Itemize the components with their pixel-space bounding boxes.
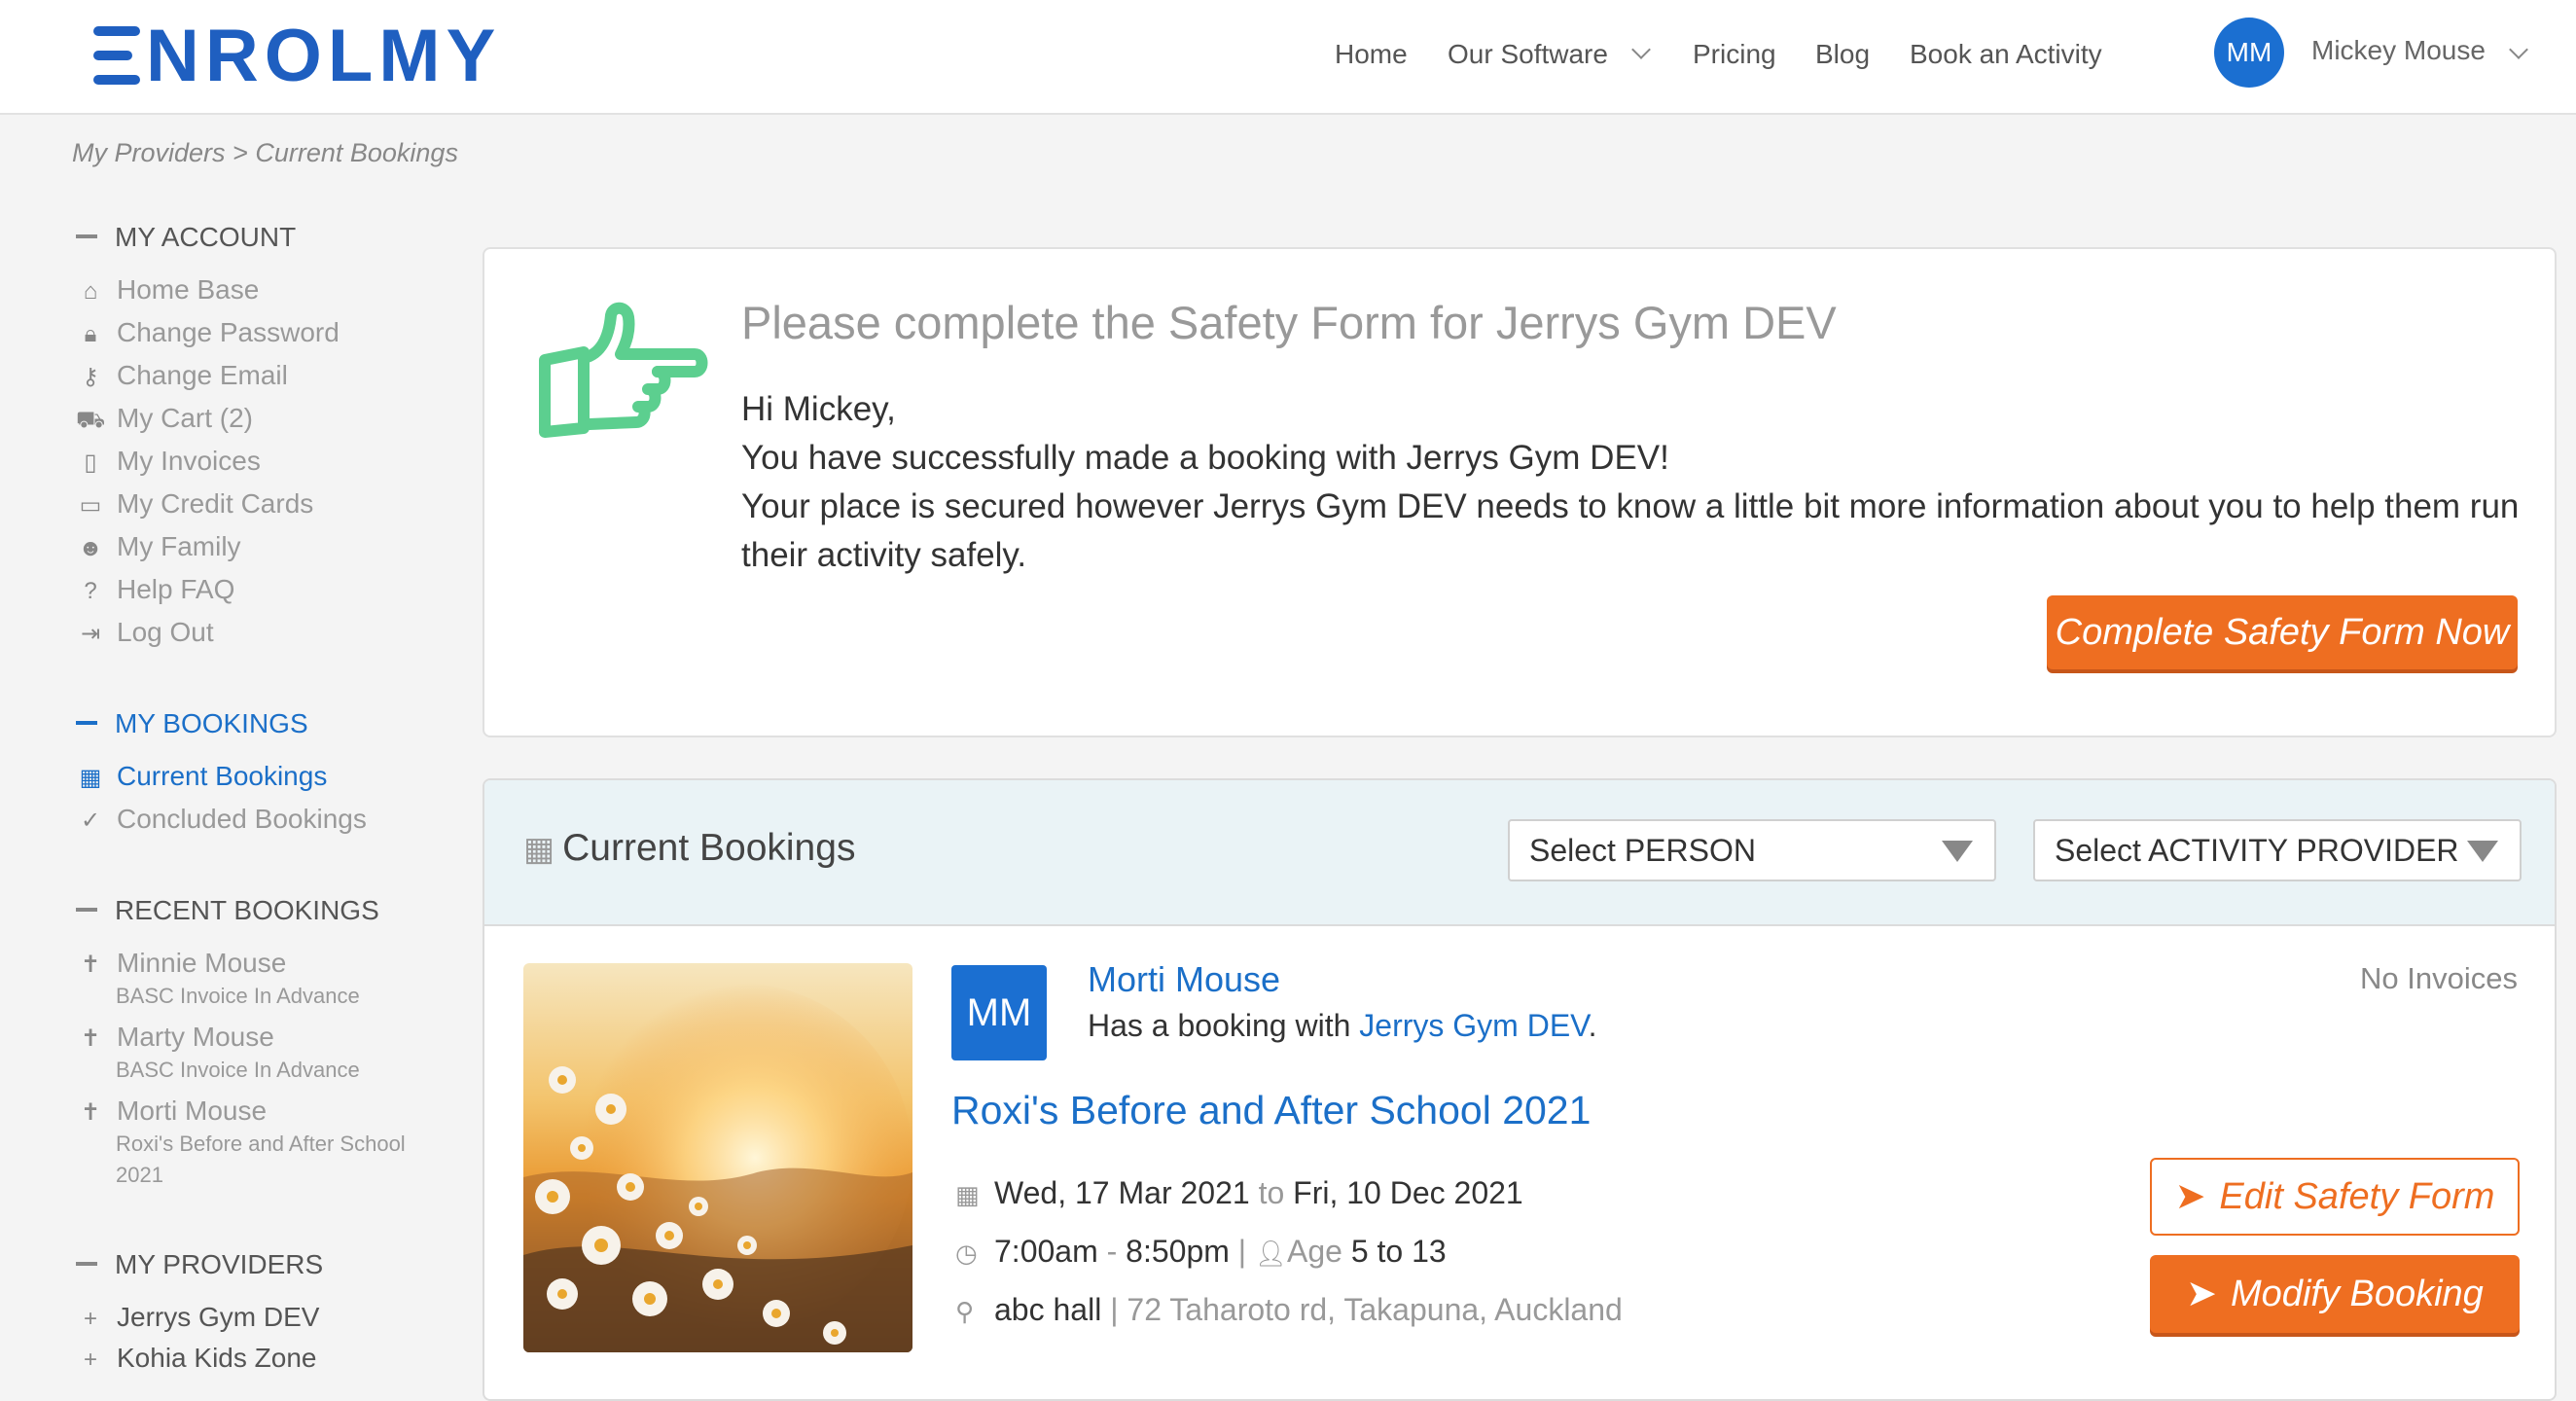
key-icon: ⚷: [82, 364, 99, 390]
sidebar-item-change-password[interactable]: 🔒︎ Change Password: [76, 317, 340, 348]
notice-message: Hi Mickey, You have successfully made a …: [741, 385, 2531, 580]
booking-provider-link[interactable]: Jerrys Gym DEV: [1359, 1008, 1588, 1043]
home-icon: ⌂: [83, 278, 98, 305]
select-person-dropdown[interactable]: Select PERSON: [1508, 819, 1996, 881]
sidebar-heading-my-account[interactable]: MY ACCOUNT: [76, 222, 296, 253]
sidebar-recent-sub: Roxi's Before and After School: [116, 1132, 406, 1156]
sidebar-heading-recent-bookings[interactable]: RECENT BOOKINGS: [76, 895, 379, 926]
logout-icon: ⇥: [80, 621, 101, 647]
sidebar-recent-marty[interactable]: ✝ Marty Mouse: [76, 1022, 274, 1053]
sidebar-item-current-bookings[interactable]: ▦ Current Bookings: [76, 761, 328, 792]
collapse-dash-icon: [76, 720, 97, 725]
sidebar-item-help-faq[interactable]: ? Help FAQ: [76, 574, 234, 605]
sidebar-heading-my-bookings[interactable]: MY BOOKINGS: [76, 708, 308, 739]
user-avatar[interactable]: MM: [2214, 18, 2284, 88]
sidebar-item-my-credit-cards[interactable]: ▭ My Credit Cards: [76, 488, 314, 520]
credit-card-icon: ▭: [79, 492, 102, 519]
sidebar-item-my-family[interactable]: ☻ My Family: [76, 531, 240, 562]
family-icon: ☻: [78, 535, 103, 561]
sidebar-recent-sub: 2021: [116, 1163, 163, 1187]
collapse-dash-icon: [76, 907, 97, 912]
daisy-field-illustration: [523, 983, 912, 1352]
child-figure-icon: ✝: [80, 1025, 101, 1052]
booking-location: ⚲ abc hall | 72 Taharoto rd, Takapuna, Au…: [955, 1292, 1623, 1327]
clock-icon: ◷: [955, 1239, 978, 1268]
child-figure-icon: ✝: [80, 1099, 101, 1126]
booking-person-link[interactable]: Morti Mouse: [1088, 959, 1280, 1000]
chevron-right-icon: ➤: [2186, 1274, 2218, 1314]
collapse-dash-icon: [76, 234, 97, 238]
check-circle-icon: ✓: [80, 808, 101, 834]
sidebar-item-concluded-bookings[interactable]: ✓ Concluded Bookings: [76, 804, 367, 835]
sidebar-recent-morti[interactable]: ✝ Morti Mouse: [76, 1096, 267, 1127]
sidebar-item-log-out[interactable]: ⇥ Log Out: [76, 617, 214, 648]
safety-form-notice: Please complete the Safety Form for Jerr…: [483, 247, 2557, 737]
breadcrumb-my-providers[interactable]: My Providers: [72, 138, 226, 167]
sidebar-recent-minnie[interactable]: ✝ Minnie Mouse: [76, 948, 286, 979]
bookings-title: ▦ Current Bookings: [523, 827, 856, 869]
logo-text: NROLMY: [146, 15, 502, 97]
chevron-down-icon[interactable]: [1631, 40, 1651, 59]
complete-safety-form-button[interactable]: Complete Safety Form Now: [2047, 595, 2518, 669]
calendar-icon: ▦: [955, 1180, 980, 1209]
plus-icon: +: [83, 1347, 97, 1373]
sidebar-item-home-base[interactable]: ⌂ Home Base: [76, 274, 260, 305]
notice-line: You have successfully made a booking wit…: [741, 439, 1669, 477]
calendar-icon: ▦: [523, 831, 555, 868]
booking-dates: ▦ Wed, 17 Mar 2021 to Fri, 10 Dec 2021: [955, 1175, 1523, 1210]
current-bookings-panel: ▦ Current Bookings Select PERSON Select A…: [483, 778, 2557, 1401]
nav-pricing[interactable]: Pricing: [1693, 39, 1776, 70]
logo-e-mark-icon: [93, 26, 140, 85]
top-header: NROLMY Home Our Software Pricing Blog Bo…: [0, 0, 2576, 115]
sidebar-recent-sub: BASC Invoice In Advance: [116, 984, 360, 1008]
nav-our-software[interactable]: Our Software: [1448, 39, 1608, 70]
no-invoices-label: No Invoices: [2360, 961, 2518, 995]
child-figure-icon: ✝: [80, 952, 101, 978]
enrolmy-logo[interactable]: NROLMY: [93, 18, 501, 95]
nav-home[interactable]: Home: [1335, 39, 1408, 70]
nav-book-activity[interactable]: Book an Activity: [1910, 39, 2102, 70]
edit-safety-form-button[interactable]: ➤ Edit Safety Form: [2150, 1158, 2520, 1236]
person-icon: 👤︎: [1255, 1239, 1288, 1268]
person-avatar: MM: [951, 965, 1047, 1060]
sidebar-provider-jerrys-gym[interactable]: + Jerrys Gym DEV: [76, 1302, 319, 1333]
notice-title: Please complete the Safety Form for Jerr…: [741, 297, 1837, 348]
question-icon: ?: [84, 578, 97, 604]
user-chevron-down-icon[interactable]: [2509, 40, 2528, 59]
bookings-panel-header: ▦ Current Bookings Select PERSON Select A…: [484, 780, 2555, 926]
sidebar-recent-sub: BASC Invoice In Advance: [116, 1058, 360, 1082]
notice-line: Your place is secured however Jerrys Gym…: [741, 487, 2520, 574]
sidebar-item-my-cart[interactable]: ⛟ My Cart (2): [76, 403, 253, 436]
map-pin-icon: ⚲: [955, 1297, 975, 1326]
breadcrumb-separator: >: [233, 138, 248, 167]
activity-title-link[interactable]: Roxi's Before and After School 2021: [951, 1088, 1591, 1133]
chevron-right-icon: ➤: [2174, 1176, 2206, 1217]
user-menu-name[interactable]: Mickey Mouse: [2311, 35, 2486, 66]
breadcrumb-current: Current Bookings: [255, 138, 458, 167]
sidebar-item-change-email[interactable]: ⚷ Change Email: [76, 360, 288, 391]
plus-icon: +: [83, 1306, 97, 1332]
nav-blog[interactable]: Blog: [1815, 39, 1870, 70]
document-icon: ▯: [84, 449, 97, 476]
sidebar-provider-kohia-kids[interactable]: + Kohia Kids Zone: [76, 1343, 316, 1374]
booking-time-age: ◷ 7:00am - 8:50pm | 👤︎Age 5 to 13: [955, 1234, 1447, 1269]
activity-image: [523, 963, 912, 1352]
calendar-icon: ▦: [79, 765, 102, 791]
dropdown-arrow-icon: [2467, 841, 2498, 862]
notice-greeting: Hi Mickey,: [741, 390, 896, 428]
pointing-hand-icon: [539, 302, 708, 438]
sidebar-heading-my-providers[interactable]: MY PROVIDERS: [76, 1249, 323, 1280]
cart-icon: ⛟: [76, 407, 106, 433]
modify-booking-button[interactable]: ➤ Modify Booking: [2150, 1255, 2520, 1333]
lock-icon: 🔒︎: [84, 321, 97, 347]
breadcrumb: My Providers > Current Bookings: [72, 138, 458, 168]
sidebar-item-my-invoices[interactable]: ▯ My Invoices: [76, 446, 260, 477]
booking-with-text: Has a booking with Jerrys Gym DEV.: [1088, 1008, 1597, 1043]
collapse-dash-icon: [76, 1261, 97, 1266]
select-provider-dropdown[interactable]: Select ACTIVITY PROVIDER: [2033, 819, 2522, 881]
dropdown-arrow-icon: [1942, 841, 1973, 862]
